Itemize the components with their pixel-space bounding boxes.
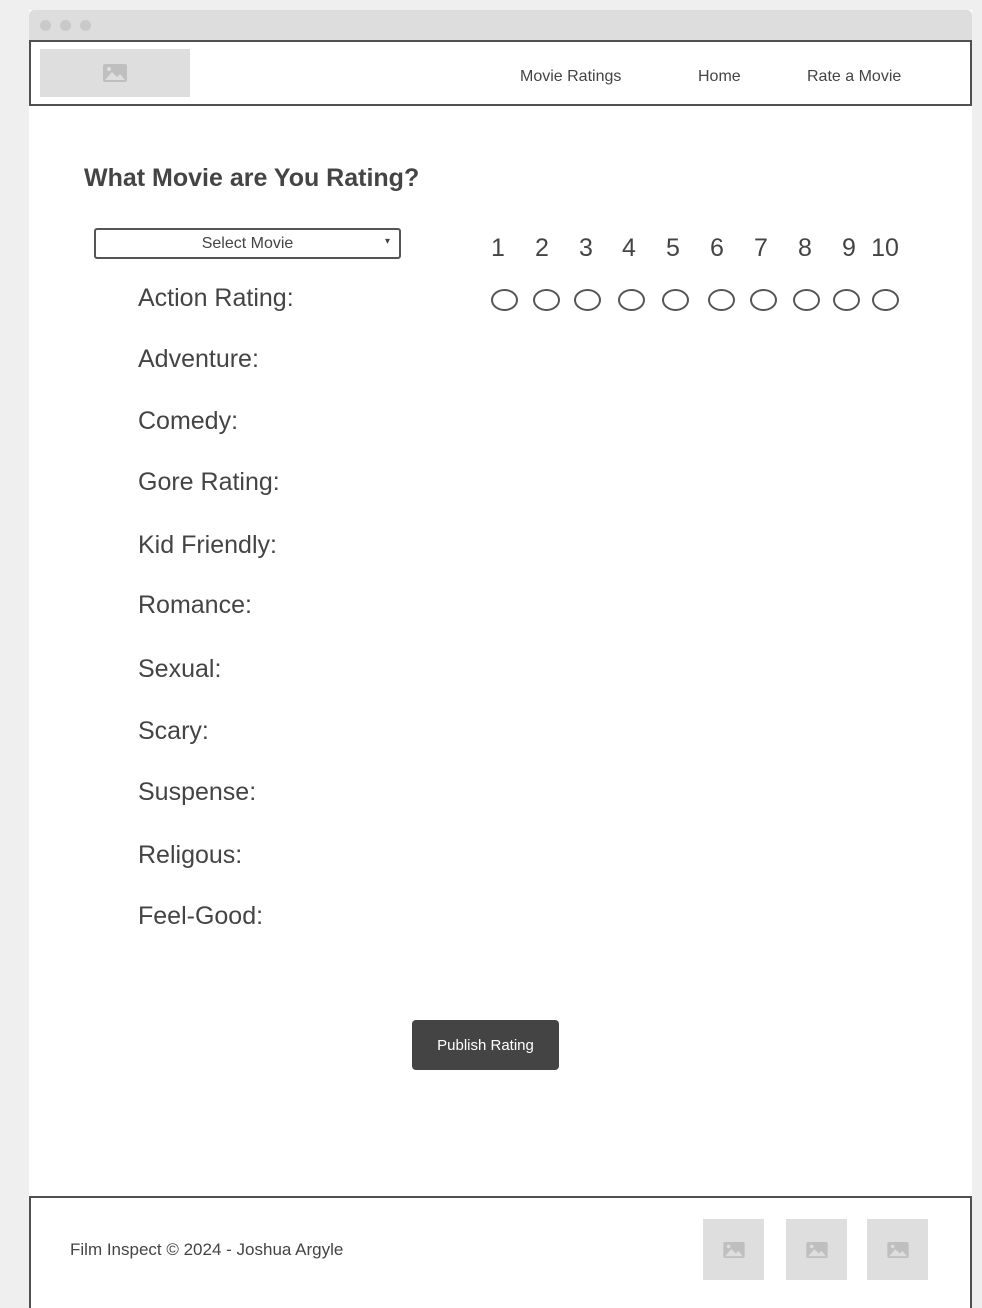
image-icon <box>886 1241 909 1258</box>
chevron-down-icon: ▾ <box>384 236 390 247</box>
category-label-religous: Religous: <box>138 841 243 869</box>
rating-radio-1[interactable] <box>491 289 518 311</box>
scale-number: 2 <box>535 234 549 262</box>
category-label-comedy: Comedy: <box>138 407 239 435</box>
nav-link-rate-a-movie[interactable]: Rate a Movie <box>807 68 901 86</box>
scale-number: 7 <box>754 234 768 262</box>
rating-radio-4[interactable] <box>618 289 645 311</box>
image-icon <box>805 1241 828 1258</box>
category-label-adventure: Adventure: <box>138 345 259 373</box>
window-dot-icon[interactable] <box>60 20 71 31</box>
rating-radio-7[interactable] <box>750 289 777 311</box>
image-icon <box>722 1241 745 1258</box>
navbar: Movie Ratings Home Rate a Movie <box>29 40 972 106</box>
category-label-scary: Scary: <box>138 717 209 745</box>
page-title: What Movie are You Rating? <box>84 164 420 192</box>
scale-number: 1 <box>491 234 505 262</box>
category-label-kid-friendly: Kid Friendly: <box>138 531 277 559</box>
category-label-romance: Romance: <box>138 591 252 619</box>
scale-number: 3 <box>579 234 593 262</box>
nav-link-movie-ratings[interactable]: Movie Ratings <box>520 68 621 86</box>
footer: Film Inspect © 2024 - Joshua Argyle <box>29 1196 972 1308</box>
publish-rating-button[interactable]: Publish Rating <box>412 1020 559 1070</box>
logo[interactable] <box>40 49 190 97</box>
rating-radio-10[interactable] <box>872 289 899 311</box>
window-dot-icon[interactable] <box>80 20 91 31</box>
select-value: Select Movie <box>201 235 294 252</box>
category-label-sexual: Sexual: <box>138 655 222 683</box>
title-bar <box>29 10 972 40</box>
category-label-gore: Gore Rating: <box>138 468 280 496</box>
footer-social-link[interactable] <box>786 1219 847 1280</box>
footer-social-link[interactable] <box>703 1219 764 1280</box>
category-label-action: Action Rating: <box>138 284 294 312</box>
scale-number: 4 <box>622 234 636 262</box>
category-label-feel-good: Feel-Good: <box>138 902 264 930</box>
rating-radio-5[interactable] <box>662 289 689 311</box>
footer-social-link[interactable] <box>867 1219 928 1280</box>
category-label-suspense: Suspense: <box>138 778 257 806</box>
scale-number: 6 <box>710 234 724 262</box>
rating-radio-3[interactable] <box>574 289 601 311</box>
browser-window: Movie Ratings Home Rate a Movie What Mov… <box>29 10 972 1308</box>
rating-radio-9[interactable] <box>833 289 860 311</box>
image-icon <box>103 64 127 82</box>
nav-link-home[interactable]: Home <box>698 68 741 86</box>
rating-radio-6[interactable] <box>708 289 735 311</box>
scale-number: 9 <box>842 234 856 262</box>
rating-radio-2[interactable] <box>533 289 560 311</box>
scale-number: 8 <box>798 234 812 262</box>
scale-number: 5 <box>666 234 680 262</box>
scale-number: 10 <box>871 234 899 262</box>
rating-radio-8[interactable] <box>793 289 820 311</box>
window-dot-icon[interactable] <box>40 20 51 31</box>
footer-copyright: Film Inspect © 2024 - Joshua Argyle <box>70 1240 344 1259</box>
movie-select[interactable]: Select Movie ▾ <box>94 228 401 259</box>
